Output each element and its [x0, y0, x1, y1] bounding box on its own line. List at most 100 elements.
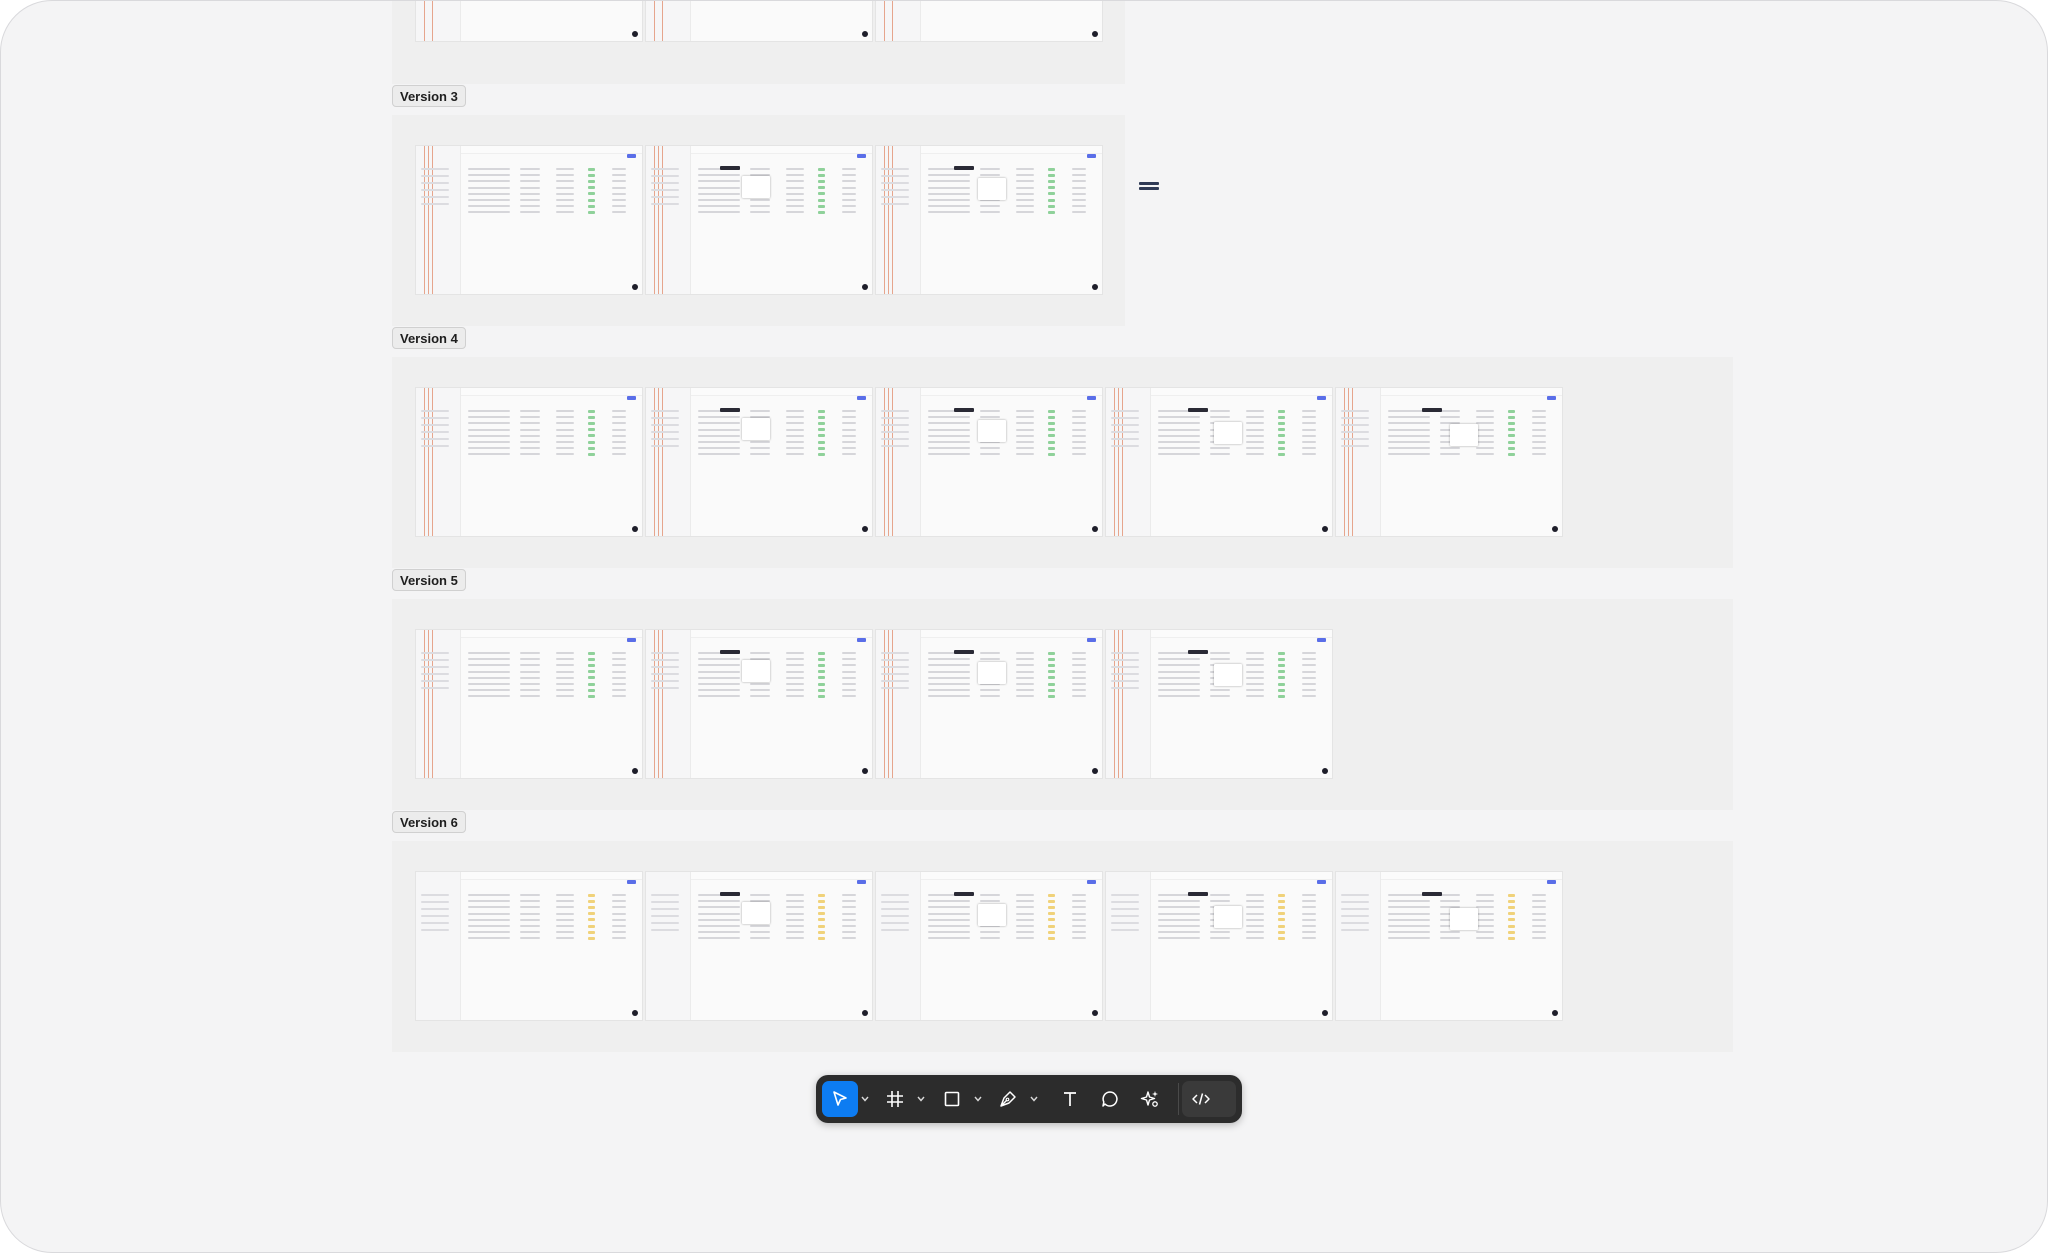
status-chip — [588, 930, 595, 934]
shape-tool[interactable] — [935, 1081, 969, 1117]
screen-thumbnail[interactable] — [416, 146, 642, 294]
table-row — [698, 434, 740, 437]
status-chip — [588, 912, 595, 916]
text-tool[interactable] — [1052, 1081, 1088, 1117]
table-cell — [980, 900, 1000, 903]
screen-thumbnail[interactable] — [1336, 872, 1562, 1020]
table-cell — [786, 192, 804, 195]
table-cell — [1016, 912, 1034, 915]
move-tool-menu-chevron[interactable] — [859, 1081, 871, 1117]
help-button[interactable] — [632, 768, 638, 774]
table-cell — [1246, 447, 1264, 450]
design-canvas[interactable]: Version 3 Version 4 Version 5 Version 6 — [0, 0, 2048, 1253]
table-row — [698, 664, 740, 667]
screen-thumbnail[interactable] — [416, 872, 642, 1020]
help-button[interactable] — [1322, 1010, 1328, 1016]
table-cell — [786, 676, 804, 679]
help-button[interactable] — [1092, 1010, 1098, 1016]
screen-thumbnail[interactable] — [1106, 872, 1332, 1020]
help-button[interactable] — [1322, 526, 1328, 532]
pen-tool[interactable] — [991, 1081, 1025, 1117]
help-button[interactable] — [1552, 526, 1558, 532]
screen-thumbnail[interactable] — [876, 388, 1102, 536]
help-button[interactable] — [1092, 768, 1098, 774]
screen-thumbnail[interactable] — [646, 388, 872, 536]
help-button[interactable] — [1322, 768, 1328, 774]
sticky-notes[interactable] — [1139, 182, 1159, 192]
dev-mode-toggle[interactable] — [1186, 1081, 1216, 1117]
move-tool[interactable] — [822, 1081, 858, 1117]
frame-grid-icon — [887, 1091, 903, 1107]
table-cell — [1210, 658, 1230, 661]
help-button[interactable] — [1552, 1010, 1558, 1016]
sidebar-item — [421, 410, 449, 412]
sidebar-item — [1111, 445, 1139, 447]
version-6-label[interactable]: Version 6 — [392, 811, 466, 833]
table-row — [1388, 931, 1430, 934]
table-cell — [786, 664, 804, 667]
frame-tool-menu-chevron[interactable] — [915, 1081, 927, 1117]
screen-thumbnail[interactable] — [646, 872, 872, 1020]
status-chip — [818, 192, 825, 196]
help-button[interactable] — [862, 526, 868, 532]
table-row — [468, 937, 510, 940]
screen-thumbnail[interactable] — [416, 1, 642, 41]
status-chip — [588, 924, 595, 928]
table-cell — [612, 447, 626, 450]
table-cell — [520, 912, 540, 915]
table-cell — [1016, 900, 1034, 903]
help-button[interactable] — [862, 768, 868, 774]
shape-tool-menu-chevron[interactable] — [972, 1081, 984, 1117]
table-row — [928, 174, 970, 177]
status-chip — [1508, 936, 1515, 940]
table-row — [1158, 918, 1200, 921]
screen-thumbnail[interactable] — [1106, 630, 1332, 778]
table-row — [468, 180, 510, 183]
table-row — [928, 180, 970, 183]
comment-tool[interactable] — [1092, 1081, 1128, 1117]
table-row — [928, 211, 970, 214]
screen-thumbnail[interactable] — [876, 1, 1102, 41]
actions-tool[interactable] — [1132, 1081, 1168, 1117]
screen-thumbnail[interactable] — [416, 630, 642, 778]
screen-thumbnail[interactable] — [876, 146, 1102, 294]
help-button[interactable] — [862, 1010, 868, 1016]
status-chip — [1048, 409, 1055, 413]
version-4-label[interactable]: Version 4 — [392, 327, 466, 349]
sidebar-item — [1341, 915, 1369, 917]
status-chip — [1278, 651, 1285, 655]
table-cell — [842, 180, 856, 183]
table-cell — [1302, 900, 1316, 903]
table-cell — [520, 174, 540, 177]
help-button[interactable] — [632, 526, 638, 532]
screen-thumbnail[interactable] — [416, 388, 642, 536]
table-cell — [1532, 453, 1546, 456]
table-cell — [1302, 931, 1316, 934]
dropdown-popover — [1214, 422, 1242, 444]
help-button[interactable] — [632, 284, 638, 290]
screen-thumbnail[interactable] — [646, 1, 872, 41]
frame-tool[interactable] — [878, 1081, 912, 1117]
dropdown-popover — [978, 420, 1006, 442]
version-3-label[interactable]: Version 3 — [392, 85, 466, 107]
screen-thumbnail[interactable] — [876, 872, 1102, 1020]
thumbnail-primary-button — [857, 638, 866, 642]
screen-thumbnail[interactable] — [876, 630, 1102, 778]
sidebar-item — [651, 922, 679, 924]
help-button[interactable] — [632, 1010, 638, 1016]
help-button[interactable] — [1092, 526, 1098, 532]
screen-thumbnail[interactable] — [1336, 388, 1562, 536]
table-cell — [842, 658, 856, 661]
table-cell — [1476, 937, 1494, 940]
screen-thumbnail[interactable] — [1106, 388, 1332, 536]
sidebar-item — [1111, 666, 1139, 668]
help-button[interactable] — [862, 284, 868, 290]
table-cell — [1246, 652, 1264, 654]
table-row — [468, 918, 510, 921]
comment-bubble-icon — [1102, 1091, 1118, 1107]
screen-thumbnail[interactable] — [646, 630, 872, 778]
version-5-label[interactable]: Version 5 — [392, 569, 466, 591]
help-button[interactable] — [1092, 284, 1098, 290]
screen-thumbnail[interactable] — [646, 146, 872, 294]
pen-tool-menu-chevron[interactable] — [1028, 1081, 1040, 1117]
